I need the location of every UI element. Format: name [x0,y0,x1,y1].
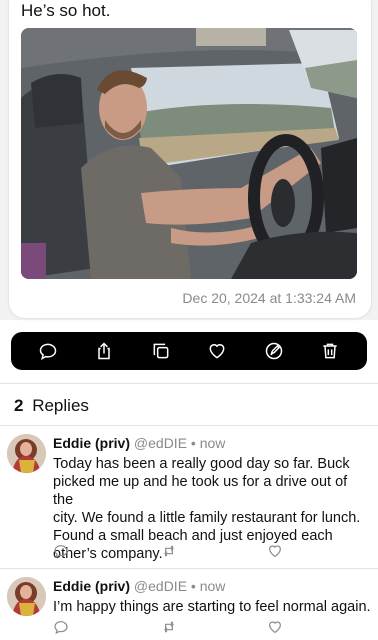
repost-icon[interactable] [161,543,179,561]
avatar[interactable] [7,434,46,473]
reply-text: I’m happy things are starting to feel no… [53,598,371,616]
post-timestamp: Dec 20, 2024 at 1:33:24 AM [182,290,356,306]
heart-icon[interactable] [206,340,228,362]
reply-author-handle[interactable]: @edDIE [134,578,187,594]
avatar-image-icon [7,577,46,616]
reply-text-line: picked me up and he took us for a drive … [53,474,348,508]
reply-actions [53,619,293,637]
replies-count: 2 [14,396,24,415]
reply-actions [53,543,293,561]
reply-header: Eddie (priv) @edDIE • now [53,578,225,594]
edit-icon[interactable] [263,340,285,362]
reply-time: now [199,578,226,594]
action-bar [11,332,367,370]
divider [0,568,378,569]
reply-author-name[interactable]: Eddie (priv) [53,578,130,594]
avatar-image-icon [7,434,46,473]
heart-icon[interactable] [267,619,285,637]
reply-icon[interactable] [53,619,71,637]
reply-author-handle[interactable]: @edDIE [134,435,187,451]
speech-bubble-icon[interactable] [37,340,59,362]
reply-text-line: city. We found a little family restauran… [53,510,361,526]
trash-icon[interactable] [319,340,341,362]
copy-icon[interactable] [150,340,172,362]
divider [0,383,378,384]
reply-icon[interactable] [53,543,71,561]
reply-author-name[interactable]: Eddie (priv) [53,435,130,451]
post-text: He’s so hot. [21,1,111,20]
replies-header: 2 Replies [14,396,89,416]
replies-label: Replies [32,396,89,415]
reply-text-line: Today has been a really good day so far.… [53,456,350,472]
reply-time: now [199,435,226,451]
separator-dot: • [190,578,196,594]
post-photo[interactable] [21,28,357,279]
repost-icon[interactable] [161,619,179,637]
heart-icon[interactable] [267,543,285,561]
photo-of-man-driving-icon [21,28,357,279]
divider [0,425,378,426]
separator-dot: • [190,435,196,451]
avatar[interactable] [7,577,46,616]
reply-header: Eddie (priv) @edDIE • now [53,435,225,451]
share-icon[interactable] [93,340,115,362]
reply-text-line: I’m happy things are starting to feel no… [53,599,371,615]
